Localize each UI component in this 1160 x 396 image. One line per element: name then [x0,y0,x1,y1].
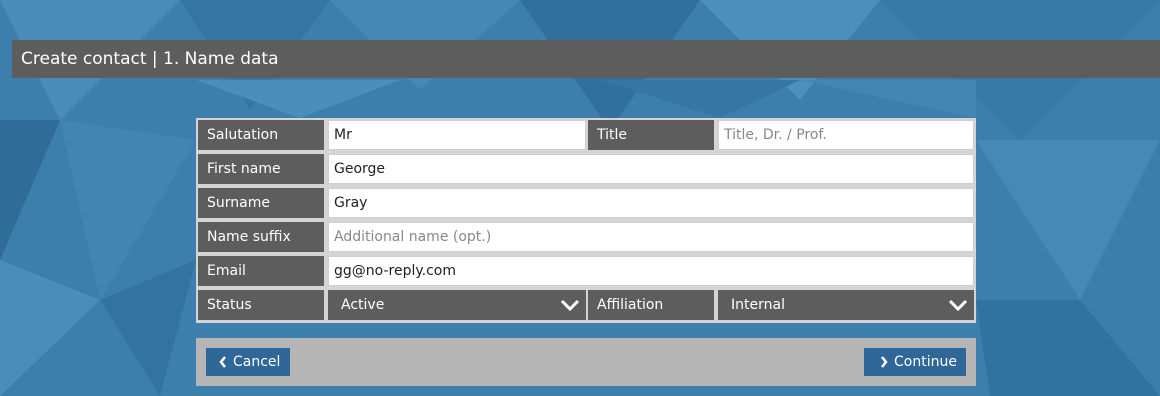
salutation-row: Salutation Title [198,120,974,150]
chevron-down-icon [948,299,968,312]
status-label: Status [198,290,324,320]
status-value: Active [341,297,385,313]
title-label: Title [588,120,714,150]
email-label: Email [198,256,324,286]
continue-label: Continue [894,354,957,370]
email-input[interactable] [328,256,974,286]
chevron-left-icon [219,356,226,368]
first-name-label: First name [198,154,324,184]
name-suffix-input[interactable] [328,222,974,252]
first-name-input[interactable] [328,154,974,184]
title-input[interactable] [718,120,974,150]
salutation-input[interactable] [328,120,586,150]
cancel-button[interactable]: Cancel [206,348,290,376]
contact-form: Salutation Title First name Surname Name… [196,118,976,323]
affiliation-select[interactable]: Internal [718,290,974,320]
status-select[interactable]: Active [328,290,586,320]
affiliation-label: Affiliation [588,290,714,320]
page-title: Create contact | 1. Name data [12,40,1160,78]
email-row: Email [198,256,974,286]
surname-row: Surname [198,188,974,218]
name-suffix-label: Name suffix [198,222,324,252]
continue-button[interactable]: Continue [864,348,966,376]
name-suffix-row: Name suffix [198,222,974,252]
surname-input[interactable] [328,188,974,218]
surname-label: Surname [198,188,324,218]
chevron-down-icon [560,299,580,312]
salutation-label: Salutation [198,120,324,150]
affiliation-value: Internal [731,297,785,313]
cancel-label: Cancel [233,354,281,370]
first-name-row: First name [198,154,974,184]
status-row: Status Active Affiliation Internal [198,290,974,320]
chevron-right-icon [881,356,888,368]
form-actions-bar: Cancel Continue [196,338,976,386]
